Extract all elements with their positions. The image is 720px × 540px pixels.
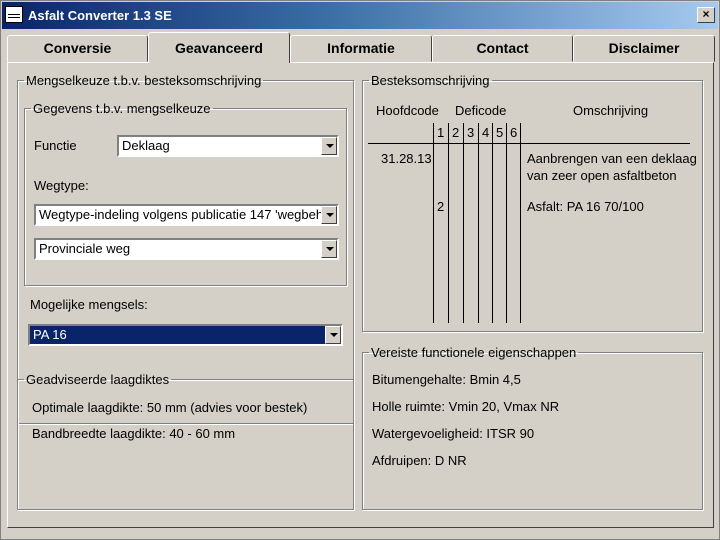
chevron-down-icon[interactable] — [321, 240, 337, 258]
eigenschap-afdruipen: Afdruipen: D NR — [372, 453, 467, 468]
mengsels-label: Mogelijke mengsels: — [30, 297, 148, 312]
header-divider — [368, 143, 690, 144]
tab-conversie[interactable]: Conversie — [7, 35, 148, 62]
tab-bar: Conversie Geavanceerd Informatie Contact… — [7, 32, 715, 63]
app-icon[interactable] — [5, 6, 23, 23]
wegtype-value: Provinciale weg — [39, 241, 131, 256]
functie-value: Deklaag — [122, 138, 170, 153]
chevron-down-icon[interactable] — [325, 326, 341, 344]
deficode-3: 3 — [467, 125, 475, 140]
col-hoofdcode: Hoofdcode — [376, 103, 439, 118]
deficode-6: 6 — [510, 125, 518, 140]
column-divider — [520, 123, 521, 323]
app-window: Asfalt Converter 1.3 SE × Conversie Geav… — [0, 0, 720, 540]
deficode-1: 1 — [437, 125, 445, 140]
mengselkeuze-legend: Mengselkeuze t.b.v. besteksomschrijving — [26, 73, 262, 88]
laagdiktes-group: Geadviseerde laagdiktes — [17, 372, 354, 510]
wegtype-indeling-select[interactable]: Wegtype-indeling volgens publicatie 147 … — [34, 204, 339, 226]
tab-disclaimer[interactable]: Disclaimer — [573, 35, 715, 62]
gegevens-legend: Gegevens t.b.v. mengselkeuze — [33, 101, 211, 116]
tab-geavanceerd[interactable]: Geavanceerd — [148, 32, 290, 63]
column-divider — [448, 123, 449, 323]
laagdiktes-legend: Geadviseerde laagdiktes — [26, 372, 170, 387]
mengsels-select[interactable]: PA 16 — [28, 324, 343, 346]
mengsels-value: PA 16 — [30, 326, 328, 344]
row1-omschrijving-line1: Aanbrengen van een deklaag — [527, 151, 697, 166]
col-omschrijving: Omschrijving — [573, 103, 649, 118]
functie-select[interactable]: Deklaag — [117, 135, 339, 157]
tab-contact[interactable]: Contact — [432, 35, 573, 62]
window-title: Asfalt Converter 1.3 SE — [28, 8, 172, 23]
tab-panel-geavanceerd: Mengselkeuze t.b.v. besteksomschrijving … — [7, 62, 714, 528]
column-divider — [433, 123, 434, 323]
col-deficode: Deficode — [455, 103, 507, 118]
bestek-table: Hoofdcode Deficode Omschrijving 1 2 3 4 … — [362, 73, 703, 332]
column-divider — [492, 123, 493, 323]
tab-informatie[interactable]: Informatie — [290, 35, 432, 62]
deficode-2: 2 — [452, 125, 460, 140]
optimale-laagdikte: Optimale laagdikte: 50 mm (advies voor b… — [32, 400, 308, 415]
chevron-down-icon[interactable] — [321, 137, 337, 155]
deficode-4: 4 — [482, 125, 490, 140]
wegtype-label: Wegtype: — [34, 178, 89, 193]
bandbreedte-laagdikte: Bandbreedte laagdikte: 40 - 60 mm — [32, 426, 236, 441]
column-divider — [478, 123, 479, 323]
row2-deficode: 2 — [437, 199, 445, 214]
row2-omschrijving: Asfalt: PA 16 70/100 — [527, 199, 644, 214]
eigenschap-holle-ruimte: Holle ruimte: Vmin 20, Vmax NR — [372, 399, 560, 414]
deficode-5: 5 — [496, 125, 504, 140]
functie-label: Functie — [34, 138, 77, 153]
wegtype-select[interactable]: Provinciale weg — [34, 238, 339, 260]
chevron-down-icon[interactable] — [321, 206, 337, 224]
eigenschap-bitumengehalte: Bitumengehalte: Bmin 4,5 — [372, 372, 521, 387]
eigenschappen-legend: Vereiste functionele eigenschappen — [371, 345, 577, 360]
eigenschap-watergevoeligheid: Watergevoeligheid: ITSR 90 — [372, 426, 535, 441]
wegtype-indeling-value: Wegtype-indeling volgens publicatie 147 … — [39, 207, 339, 222]
row1-omschrijving-line2: van zeer open asfaltbeton — [527, 168, 677, 183]
column-divider — [463, 123, 464, 323]
close-button[interactable]: × — [697, 7, 715, 23]
row1-hoofdcode: 31.28.13 — [381, 151, 432, 166]
column-divider — [506, 123, 507, 323]
title-bar[interactable]: Asfalt Converter 1.3 SE × — [2, 2, 718, 29]
